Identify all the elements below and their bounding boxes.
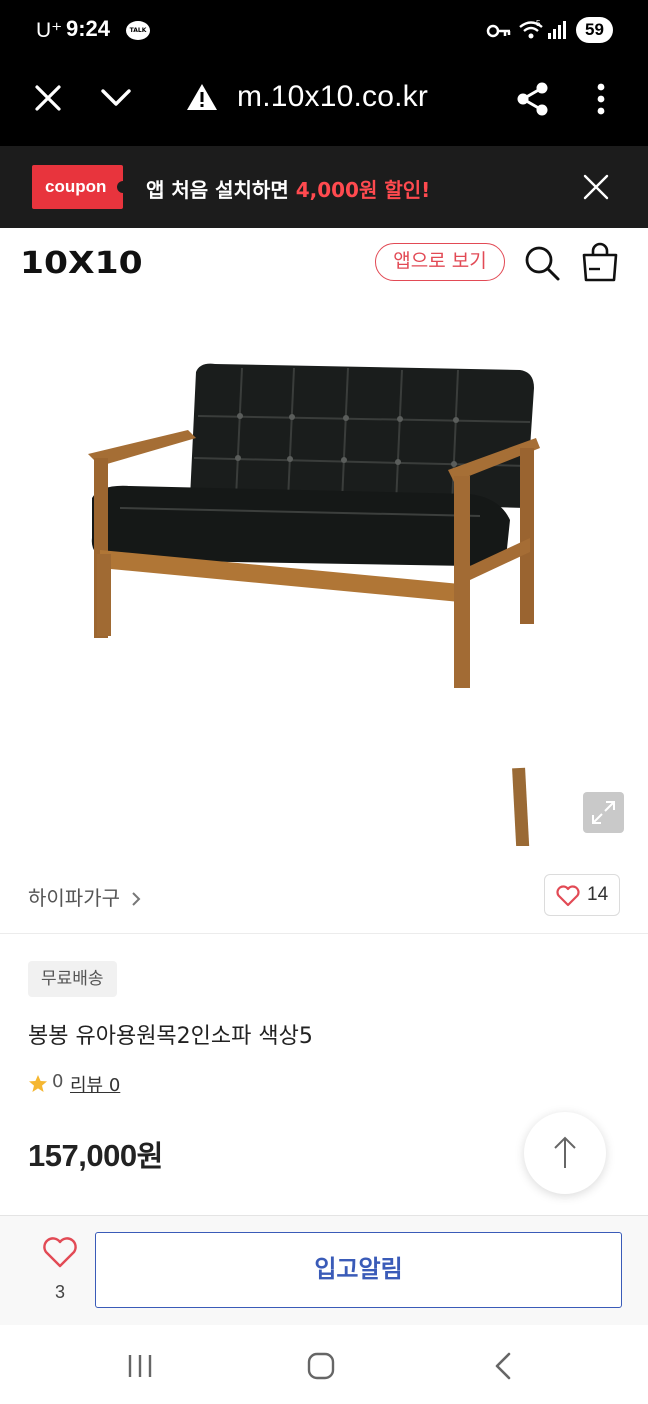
kakaotalk-icon: TALK xyxy=(126,21,150,40)
battery-icon: 59 xyxy=(576,17,613,43)
star-icon xyxy=(29,1075,47,1092)
bottom-action-bar: 3 입고알림 xyxy=(0,1215,648,1325)
status-bar: U⁺ 9:24 TALK 5 59 xyxy=(0,0,648,62)
signal-icon xyxy=(548,21,566,39)
free-shipping-badge: 무료배송 xyxy=(28,961,117,997)
product-image[interactable] xyxy=(0,298,648,919)
system-navigation-bar xyxy=(0,1325,648,1404)
close-banner-icon[interactable] xyxy=(583,174,609,200)
close-icon[interactable] xyxy=(34,84,62,112)
home-icon[interactable] xyxy=(306,1351,336,1381)
back-icon[interactable] xyxy=(492,1351,514,1381)
review-link[interactable]: 리뷰 0 xyxy=(70,1071,120,1097)
coupon-banner[interactable]: coupon 앱 처음 설치하면 4,000원 할인! xyxy=(0,146,648,228)
price-unit: 원 xyxy=(136,1139,164,1173)
search-icon[interactable] xyxy=(523,244,561,282)
rating-score: 0 xyxy=(52,1071,64,1092)
coupon-tag: coupon xyxy=(32,165,123,209)
carrier-label: U⁺ xyxy=(36,19,63,42)
more-vert-icon[interactable] xyxy=(594,82,608,116)
price-amount: 157,000 xyxy=(28,1138,137,1173)
brand-row: 하이파가구 14 xyxy=(0,858,648,934)
like-button[interactable]: 3 xyxy=(32,1236,88,1306)
chevron-down-icon[interactable] xyxy=(100,88,132,108)
arrow-up-icon xyxy=(554,1136,576,1168)
shopping-bag-icon[interactable] xyxy=(580,241,620,283)
coupon-message-highlight: 4,000원 할인! xyxy=(295,178,431,202)
browser-toolbar: m.10x10.co.kr xyxy=(0,62,648,146)
brand-name: 하이파가구 xyxy=(28,886,120,910)
sofa-image xyxy=(88,363,540,919)
zoom-image-button[interactable] xyxy=(583,792,624,833)
restock-alert-button[interactable]: 입고알림 xyxy=(95,1232,622,1308)
site-header: 10X10 앱으로 보기 xyxy=(0,228,648,298)
brand-link[interactable]: 하이파가구 xyxy=(28,882,142,911)
coupon-message: 앱 처음 설치하면 4,000원 할인! xyxy=(146,174,430,203)
heart-icon xyxy=(43,1237,77,1268)
open-in-app-button[interactable]: 앱으로 보기 xyxy=(375,243,505,281)
key-icon xyxy=(486,24,511,38)
coupon-message-prefix: 앱 처음 설치하면 xyxy=(146,178,296,202)
scroll-to-top-button[interactable] xyxy=(524,1112,606,1194)
share-icon[interactable] xyxy=(516,81,550,117)
heart-icon xyxy=(556,885,580,907)
address-bar-url[interactable]: m.10x10.co.kr xyxy=(237,80,428,114)
product-title: 봉봉 유아용원목2인소파 색상5 xyxy=(28,1024,313,1049)
site-logo[interactable]: 10X10 xyxy=(20,246,143,281)
svg-text:5: 5 xyxy=(536,19,541,28)
expand-icon xyxy=(592,801,615,824)
chevron-right-icon xyxy=(132,892,141,906)
wishlist-button[interactable]: 14 xyxy=(544,874,620,916)
warning-icon[interactable] xyxy=(185,82,219,112)
recent-apps-icon[interactable] xyxy=(126,1353,156,1379)
product-price: 157,000원 xyxy=(28,1133,163,1175)
wifi-icon: 5 xyxy=(519,19,543,39)
wishlist-count: 14 xyxy=(587,884,609,905)
like-count: 3 xyxy=(54,1282,65,1302)
clock-time: 9:24 xyxy=(66,16,111,41)
